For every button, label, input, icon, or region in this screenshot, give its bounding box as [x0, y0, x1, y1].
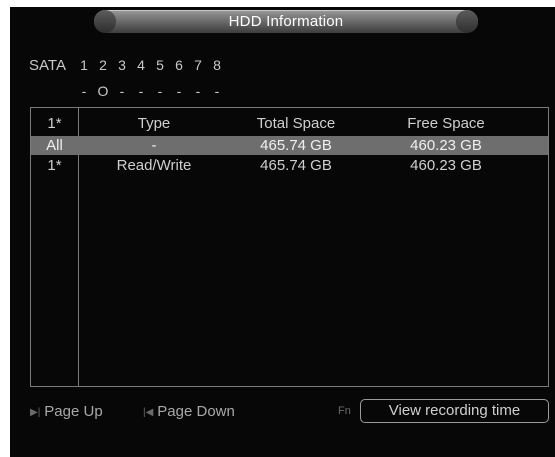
row-type: - — [151, 137, 157, 154]
row-free-space: 460.23 GB — [410, 157, 482, 174]
sata-port-6: 6 — [175, 57, 183, 73]
sata-port-3: 3 — [118, 57, 126, 73]
sata-port-1-status: - — [81, 83, 87, 99]
footer-bar: ▶| Page Up |◀ Page Down Fn View recording … — [30, 399, 550, 425]
row-disk: All — [46, 137, 63, 154]
header-type: Type — [137, 115, 171, 132]
window-title: HDD Information — [228, 13, 344, 30]
page-down-label: Page Down — [157, 403, 235, 420]
table-header: 1* Type Total Space Free Space — [31, 114, 548, 133]
sata-port-8: 8 — [213, 57, 221, 73]
page-down-button[interactable]: |◀ Page Down — [143, 403, 235, 420]
sata-port-7: 7 — [194, 57, 202, 73]
row-disk: 1* — [47, 157, 62, 174]
row-total-space: 465.74 GB — [260, 157, 332, 174]
page-up-button[interactable]: ▶| Page Up — [30, 403, 103, 420]
title-bar: HDD Information — [94, 10, 478, 33]
sata-port-3-status: - — [119, 83, 125, 99]
sata-port-1: 1 — [80, 57, 88, 73]
row-total-space: 465.74 GB — [260, 137, 332, 154]
sata-port-5-status: - — [157, 83, 163, 99]
fn-key-label: Fn — [338, 405, 351, 417]
sata-port-2-status: O — [97, 83, 109, 99]
sata-port-7-status: - — [195, 83, 201, 99]
page-up-label: Page Up — [44, 403, 103, 420]
sata-port-2: 2 — [99, 57, 107, 73]
table-row[interactable]: 1* Read/Write 465.74 GB 460.23 GB — [31, 156, 548, 175]
header-free-space: Free Space — [407, 115, 485, 132]
sata-label: SATA — [29, 57, 66, 74]
header-total-space: Total Space — [256, 115, 336, 132]
page-up-icon: ▶| — [30, 407, 41, 418]
row-free-space: 460.23 GB — [410, 137, 482, 154]
sata-port-4-status: - — [138, 83, 144, 99]
sata-port-6-status: - — [176, 83, 182, 99]
sata-port-5: 5 — [156, 57, 164, 73]
header-disk[interactable]: 1* — [31, 115, 78, 132]
hdd-table: 1* Type Total Space Free Space All - 465… — [30, 107, 549, 387]
sata-port-8-status: - — [214, 83, 220, 99]
hdd-information-window: HDD Information SATA 1 2 3 4 5 6 7 8 - O… — [10, 7, 555, 457]
table-row[interactable]: All - 465.74 GB 460.23 GB — [31, 136, 548, 155]
view-recording-time-button[interactable]: View recording time — [360, 399, 549, 423]
sata-port-4: 4 — [137, 57, 145, 73]
row-type: Read/Write — [116, 157, 192, 174]
page-down-icon: |◀ — [143, 407, 154, 418]
